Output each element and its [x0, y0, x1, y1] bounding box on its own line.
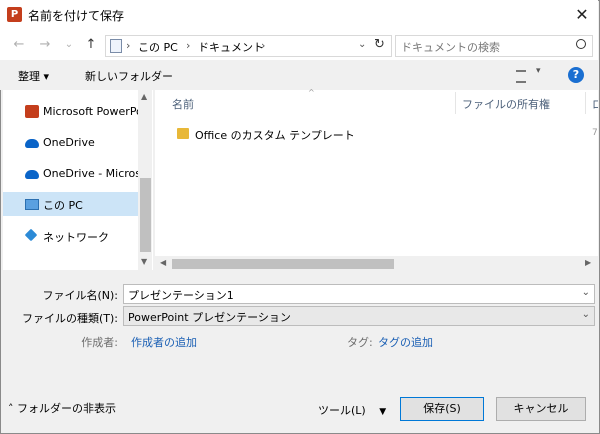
column-header-date[interactable]: ロ — [592, 96, 598, 112]
hide-folders-button[interactable]: ˄ フォルダーの非表示 — [8, 400, 116, 416]
folder-date-clipped: 7 — [592, 128, 598, 138]
new-folder-button[interactable]: 新しいフォルダー — [85, 68, 173, 84]
cloud-icon — [25, 139, 39, 148]
sidebar-item-network[interactable]: ネットワーク — [3, 224, 138, 248]
sidebar-item-label: ネットワーク — [43, 231, 109, 244]
column-divider[interactable] — [585, 92, 586, 114]
location-icon — [110, 39, 122, 53]
cancel-button[interactable]: キャンセル — [496, 397, 586, 421]
refresh-icon[interactable]: ↻ — [374, 37, 385, 52]
window-title: 名前を付けて保存 — [28, 9, 125, 23]
filetype-select[interactable]: PowerPoint プレゼンテーション ⌄ — [123, 306, 595, 326]
tools-label: ツール(L) — [318, 404, 366, 417]
filetype-dropdown-icon[interactable]: ⌄ — [582, 309, 590, 320]
file-list — [155, 90, 598, 270]
filename-label: ファイル名(N): — [42, 289, 118, 302]
sidebar-item-onedrive-microsoft[interactable]: OneDrive - Microsoft — [3, 162, 138, 186]
breadcrumb-sep: › — [126, 39, 131, 52]
column-header-owner[interactable]: ファイルの所有権 — [462, 96, 550, 112]
recent-locations-button[interactable]: ⌄ — [60, 36, 78, 54]
scroll-up-arrow[interactable]: ▲ — [141, 92, 147, 101]
scroll-left-arrow[interactable]: ◀ — [160, 258, 166, 267]
powerpoint-app-icon: P — [7, 7, 22, 22]
breadcrumb-sep: › — [261, 39, 266, 52]
chevron-up-icon: ˄ — [8, 402, 14, 415]
cloud-icon — [25, 170, 39, 179]
breadcrumb-sep: › — [186, 39, 191, 52]
scroll-down-arrow[interactable]: ▼ — [141, 257, 147, 266]
back-button[interactable]: ← — [10, 36, 28, 54]
search-input[interactable]: ドキュメントの検索 — [395, 35, 593, 57]
tags-label: タグ: — [347, 336, 373, 349]
scroll-right-arrow[interactable]: ▶ — [585, 258, 591, 267]
network-icon — [24, 228, 38, 242]
hide-folders-label: フォルダーの非表示 — [17, 402, 116, 415]
column-divider[interactable] — [455, 92, 456, 114]
powerpoint-icon — [25, 105, 39, 118]
address-bar[interactable]: › この PC › ドキュメント › ⌄ ↻ — [105, 35, 392, 57]
sidebar-item-label: OneDrive - Microsoft — [43, 167, 138, 180]
filetype-value: PowerPoint プレゼンテーション — [128, 311, 291, 324]
tools-button[interactable]: ツール(L) ▼ — [318, 402, 386, 418]
folder-icon — [177, 128, 189, 139]
forward-button[interactable]: → — [36, 36, 54, 54]
sidebar-item-label: Microsoft PowerPoint — [43, 105, 138, 118]
sidebar-item-label: OneDrive — [43, 136, 95, 149]
view-options-icon[interactable] — [516, 70, 526, 83]
add-author-link[interactable]: 作成者の追加 — [131, 334, 197, 350]
sort-indicator-icon: ^ — [308, 88, 315, 97]
add-tag-link[interactable]: タグの追加 — [378, 334, 433, 350]
close-button[interactable]: ✕ — [570, 4, 594, 26]
computer-icon — [25, 199, 39, 210]
search-icon — [576, 39, 586, 49]
view-options-arrow[interactable]: ▾ — [536, 66, 541, 76]
navigation-pane: Microsoft PowerPoint OneDrive OneDrive -… — [3, 90, 153, 270]
sidebar-scrollbar-thumb[interactable] — [140, 178, 151, 252]
up-button[interactable]: ↑ — [82, 36, 100, 54]
horizontal-scrollbar-thumb[interactable] — [172, 259, 394, 269]
filetype-label: ファイルの種類(T): — [21, 312, 118, 325]
breadcrumb-documents[interactable]: ドキュメント — [198, 39, 264, 55]
breadcrumb-this-pc[interactable]: この PC — [138, 39, 178, 55]
author-label: 作成者: — [81, 336, 118, 349]
address-dropdown-icon[interactable]: ⌄ — [358, 39, 366, 50]
help-button[interactable]: ? — [568, 67, 584, 83]
column-header-name[interactable]: 名前 — [172, 96, 194, 112]
search-placeholder: ドキュメントの検索 — [401, 41, 500, 54]
sidebar-item-powerpoint[interactable]: Microsoft PowerPoint — [3, 100, 138, 124]
folder-name[interactable]: Office のカスタム テンプレート — [195, 127, 355, 143]
filename-value: プレゼンテーション1 — [128, 289, 234, 302]
sidebar-item-label: この PC — [43, 199, 83, 212]
filename-dropdown-icon[interactable]: ⌄ — [582, 287, 590, 298]
sidebar-item-onedrive[interactable]: OneDrive — [3, 131, 138, 155]
filename-input[interactable]: プレゼンテーション1 ⌄ — [123, 284, 595, 304]
organize-button[interactable]: 整理 ▾ — [18, 68, 49, 84]
tools-dropdown-icon: ▼ — [379, 407, 387, 417]
sidebar-item-this-pc[interactable]: この PC — [3, 192, 138, 216]
save-button[interactable]: 保存(S) — [400, 397, 484, 421]
